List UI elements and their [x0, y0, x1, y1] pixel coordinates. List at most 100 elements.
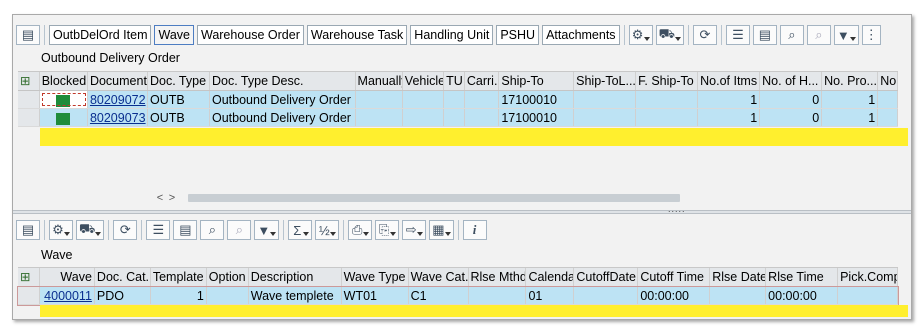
column-header[interactable]: Carri... [465, 72, 500, 90]
layout-icon[interactable]: ▤ [16, 220, 40, 240]
column-header[interactable]: Pick.Compl [838, 268, 899, 286]
pane-splitter[interactable] [13, 210, 911, 214]
row-selector[interactable] [18, 91, 40, 108]
column-header[interactable]: Rlse Mthd [469, 268, 527, 286]
table-header: ⊞ Wave Doc. Cat. Template Option Descrip… [18, 268, 899, 287]
column-header[interactable]: Description [249, 268, 342, 286]
table-row[interactable]: 4000011 PDO 1 Wave templete WT01 C1 01 0… [17, 286, 899, 306]
column-header[interactable]: CutoffDate [574, 268, 639, 286]
column-header[interactable]: Wave [40, 268, 95, 286]
scrollbar-thumb[interactable] [188, 194, 680, 202]
column-header[interactable]: Ship-ToL... [574, 72, 637, 90]
print-preview-icon[interactable]: ⎘ [375, 220, 400, 240]
tab-warehouse-task[interactable]: Warehouse Task [306, 25, 408, 45]
column-header[interactable]: Doc. Cat. [95, 268, 151, 286]
panel-title: Outbound Delivery Order [41, 51, 180, 65]
wave-table: ⊞ Wave Doc. Cat. Template Option Descrip… [17, 267, 899, 306]
column-header[interactable]: No. Pro... [822, 72, 879, 90]
row-selector[interactable] [18, 109, 40, 126]
sort-icon[interactable]: ☰ [146, 220, 171, 240]
tab-wave[interactable]: Wave [154, 25, 194, 45]
scroll-right-icon[interactable]: > [166, 192, 178, 204]
toolbar-separator [343, 220, 345, 240]
column-header[interactable]: No [878, 72, 898, 90]
description-cell: Wave templete [248, 287, 342, 304]
scroll-left-icon[interactable]: < [154, 192, 166, 204]
row-selector[interactable] [18, 287, 40, 304]
print-icon[interactable]: ⎙ [348, 220, 373, 240]
doc-type-desc-cell: Outbound Delivery Order [209, 109, 356, 126]
column-header[interactable]: Rlse Date [710, 268, 767, 286]
filter-list-icon[interactable]: ▤ [173, 220, 198, 240]
layout-icon[interactable]: ▤ [16, 25, 40, 45]
find-next-icon[interactable]: ⌕ [806, 25, 831, 45]
more-icon[interactable]: ⋮ [861, 25, 881, 45]
table-header: ⊞ Blocked Document Doc. Type Doc. Type D… [18, 72, 898, 91]
ship-to-loc-cell [574, 109, 637, 126]
filter-funnel-icon[interactable]: ▼ [254, 220, 280, 240]
column-header[interactable]: Wave Cat. [409, 268, 469, 286]
column-header[interactable]: Template [151, 268, 207, 286]
column-header[interactable]: Vehicle [403, 72, 445, 90]
find-next-icon[interactable]: ⌕ [227, 220, 252, 240]
tab-pshu[interactable]: PSHU [496, 25, 540, 45]
info-icon[interactable]: i [462, 220, 487, 240]
wave-cat-cell: C1 [408, 287, 469, 304]
column-header[interactable]: No.of Itms [698, 72, 761, 90]
column-header[interactable]: F. Ship-To [636, 72, 699, 90]
column-header[interactable]: Option [207, 268, 249, 286]
total-row-highlight [40, 305, 908, 317]
rlse-mthd-cell [468, 287, 527, 304]
no-hu-cell: 0 [760, 91, 823, 108]
column-header[interactable]: Doc. Type Desc. [210, 72, 356, 90]
document-link[interactable]: 80209072 [87, 91, 148, 108]
document-link[interactable]: 80209073 [87, 109, 148, 126]
subtotal-icon[interactable]: ½ [315, 220, 340, 240]
find-binoculars-icon[interactable]: ⌕ [779, 25, 804, 45]
splitter-grip[interactable]: ..... [668, 204, 686, 214]
sum-icon[interactable]: Σ [288, 220, 313, 240]
wave-link[interactable]: 4000011 [39, 287, 95, 304]
doc-type-desc-cell: Outbound Delivery Order [209, 91, 356, 108]
no-items-cell: 1 [698, 91, 761, 108]
column-header[interactable]: Manually [356, 72, 403, 90]
column-header[interactable]: TU [444, 72, 465, 90]
refresh-icon[interactable]: ⟳ [692, 25, 717, 45]
horizontal-scrollbar[interactable]: < > [154, 191, 834, 205]
column-header[interactable]: Calendar [526, 268, 575, 286]
column-header[interactable]: Rlse Time [766, 268, 839, 286]
tab-warehouse-order[interactable]: Warehouse Order [196, 25, 304, 45]
cutoff-time-cell: 00:00:00 [638, 287, 711, 304]
column-header[interactable]: Wave Type [342, 268, 409, 286]
transport-icon[interactable]: ⛟ [76, 220, 105, 240]
table-row[interactable]: 80209072 OUTB Outbound Delivery Order 17… [18, 91, 898, 109]
column-header[interactable]: Ship-To [499, 72, 575, 90]
tab-outbdelord-item[interactable]: OutbDelOrd Item [49, 25, 152, 45]
tab-handling-unit[interactable]: Handling Unit [410, 25, 494, 45]
column-header[interactable]: No. of H... [760, 72, 823, 90]
filter-list-icon[interactable]: ▤ [752, 25, 777, 45]
sort-icon[interactable]: ☰ [725, 25, 750, 45]
transport-icon[interactable]: ⛟ [655, 25, 684, 45]
cutoff-date-cell [574, 287, 639, 304]
column-header[interactable]: Blocked [40, 72, 88, 90]
column-header[interactable]: Cutoff Time [638, 268, 711, 286]
filter-funnel-icon[interactable]: ▼ [833, 25, 859, 45]
export-icon[interactable]: ⇨ [402, 220, 427, 240]
layout-icon[interactable]: ⊞ [18, 72, 40, 90]
spreadsheet-icon[interactable]: ▦ [429, 220, 454, 240]
doc-type-cell: OUTB [147, 109, 210, 126]
refresh-icon[interactable]: ⟳ [113, 220, 138, 240]
column-header[interactable]: Document [88, 72, 148, 90]
settings-gear-icon[interactable]: ⚙ [628, 25, 653, 45]
settings-gear-icon[interactable]: ⚙ [49, 220, 73, 240]
tab-attachments[interactable]: Attachments [542, 25, 620, 45]
panel-title: Wave [41, 248, 73, 262]
layout-icon[interactable]: ⊞ [18, 268, 40, 286]
doc-cat-cell: PDO [94, 287, 151, 304]
wave-type-cell: WT01 [341, 287, 409, 304]
find-binoculars-icon[interactable]: ⌕ [200, 220, 225, 240]
outbound-delivery-pane: ▤ OutbDelOrd Item Wave Warehouse Order W… [14, 15, 910, 209]
column-header[interactable]: Doc. Type [148, 72, 210, 90]
table-row[interactable]: 80209073 OUTB Outbound Delivery Order 17… [18, 109, 898, 127]
